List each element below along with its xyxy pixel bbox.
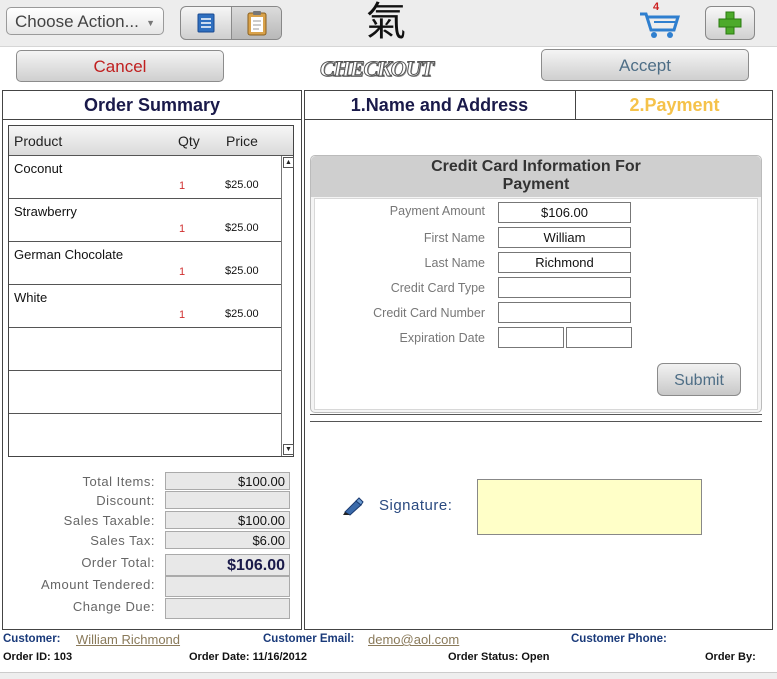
product-price: $25.00	[225, 308, 259, 320]
empty-table-row	[9, 414, 281, 457]
table-row[interactable]: Strawberry 1 $25.00	[9, 199, 281, 242]
clipboard-icon	[247, 11, 267, 36]
sales-tax-label: Sales Tax:	[90, 533, 155, 548]
customer-link[interactable]: William Richmond	[76, 632, 180, 647]
empty-table-row	[9, 328, 281, 371]
customer-email-label: Customer Email:	[263, 633, 355, 645]
tab-name-and-address[interactable]: 1.Name and Address	[304, 90, 576, 120]
cart-count-badge: 4	[653, 1, 660, 13]
empty-table-row	[9, 371, 281, 414]
table-row[interactable]: White 1 $25.00	[9, 285, 281, 328]
first-name-field[interactable]: William	[498, 227, 631, 248]
chevron-down-icon: ▼	[146, 18, 155, 28]
list-icon	[197, 13, 215, 33]
choose-action-dropdown[interactable]: Choose Action... ▼	[6, 7, 164, 35]
order-by: Order By:	[705, 651, 756, 663]
pen-icon	[342, 496, 366, 516]
product-qty: 1	[179, 309, 186, 321]
customer-info-bar: Customer: William Richmond Customer Emai…	[0, 632, 777, 650]
view-toggle	[180, 6, 282, 40]
signature-label: Signature:	[379, 497, 453, 514]
accept-button[interactable]: Accept	[541, 49, 749, 81]
signature-pad[interactable]	[477, 479, 702, 535]
credit-card-number-label: Credit Card Number	[373, 306, 485, 320]
product-qty: 1	[179, 223, 186, 235]
submit-button[interactable]: Submit	[657, 363, 741, 396]
amount-tendered-field[interactable]	[165, 576, 290, 597]
order-summary-title: Order Summary	[2, 90, 302, 120]
change-due-label: Change Due:	[72, 599, 155, 614]
amount-tendered-label: Amount Tendered:	[41, 577, 155, 592]
table-row[interactable]: German Chocolate 1 $25.00	[9, 242, 281, 285]
cancel-button[interactable]: Cancel	[16, 50, 224, 82]
column-header-price: Price	[226, 133, 258, 149]
credit-card-form-title: Credit Card Information For Payment	[311, 156, 761, 197]
customer-phone-label: Customer Phone:	[571, 633, 667, 645]
page-title: CHECKOUT	[320, 56, 435, 82]
brand-logo: 氣	[366, 0, 406, 45]
tab-payment[interactable]: 2.Payment	[576, 90, 773, 120]
customer-email-link[interactable]: demo@aol.com	[368, 632, 459, 647]
column-header-qty: Qty	[178, 133, 200, 149]
customer-label: Customer:	[3, 633, 61, 645]
order-info-bar: Order ID: 103 Order Date: 11/16/2012 Ord…	[0, 650, 777, 666]
discount-value[interactable]	[165, 491, 290, 509]
total-items-value: $100.00	[165, 472, 290, 490]
expiration-date-label: Expiration Date	[399, 331, 485, 345]
product-price: $25.00	[225, 222, 259, 234]
product-name: White	[14, 290, 48, 305]
product-price: $25.00	[225, 265, 259, 277]
sales-taxable-value: $100.00	[165, 511, 290, 529]
sales-tax-value: $6.00	[165, 531, 290, 549]
clipboard-view-button[interactable]	[231, 7, 281, 39]
section-divider	[310, 414, 762, 422]
credit-card-type-label: Credit Card Type	[390, 281, 485, 295]
product-qty: 1	[179, 266, 186, 278]
column-header-product: Product	[14, 133, 63, 149]
payment-amount-label: Payment Amount	[389, 204, 485, 218]
credit-card-title-line1: Credit Card Information For	[431, 158, 641, 175]
expiration-month-field[interactable]	[498, 327, 564, 348]
product-name: German Chocolate	[14, 247, 124, 262]
credit-card-number-field[interactable]	[498, 302, 631, 323]
product-name: Coconut	[14, 161, 63, 176]
credit-card-title-line2: Payment	[502, 176, 570, 193]
change-due-value	[165, 598, 290, 619]
product-name: Strawberry	[14, 204, 77, 219]
credit-card-type-field[interactable]	[498, 277, 631, 298]
total-items-label: Total Items:	[82, 474, 155, 489]
order-status: Order Status: Open	[448, 651, 550, 663]
scroll-down-icon[interactable]: ▼	[283, 444, 294, 455]
order-total-value: $106.00	[165, 554, 290, 576]
order-id: Order ID: 103	[3, 651, 73, 663]
plus-icon	[718, 11, 742, 35]
table-scrollbar[interactable]: ▲ ▼	[281, 156, 294, 456]
table-header: Product Qty Price	[9, 126, 293, 156]
choose-action-label: Choose Action...	[15, 12, 139, 31]
product-price: $25.00	[225, 179, 259, 191]
product-qty: 1	[179, 180, 186, 192]
list-view-button[interactable]	[181, 7, 231, 39]
table-row[interactable]: Coconut 1 $25.00	[9, 156, 281, 199]
last-name-field[interactable]: Richmond	[498, 252, 631, 273]
add-button[interactable]	[705, 6, 755, 40]
first-name-label: First Name	[423, 231, 485, 245]
sales-taxable-label: Sales Taxable:	[63, 513, 155, 528]
discount-label: Discount:	[96, 493, 155, 508]
cart-button[interactable]: 4	[636, 1, 682, 40]
order-date: Order Date: 11/16/2012	[189, 651, 308, 663]
expiration-year-field[interactable]	[566, 327, 632, 348]
scroll-up-icon[interactable]: ▲	[283, 157, 294, 168]
order-total-label: Order Total:	[81, 555, 155, 570]
last-name-label: Last Name	[424, 256, 485, 270]
payment-amount-field[interactable]: $106.00	[498, 202, 631, 223]
